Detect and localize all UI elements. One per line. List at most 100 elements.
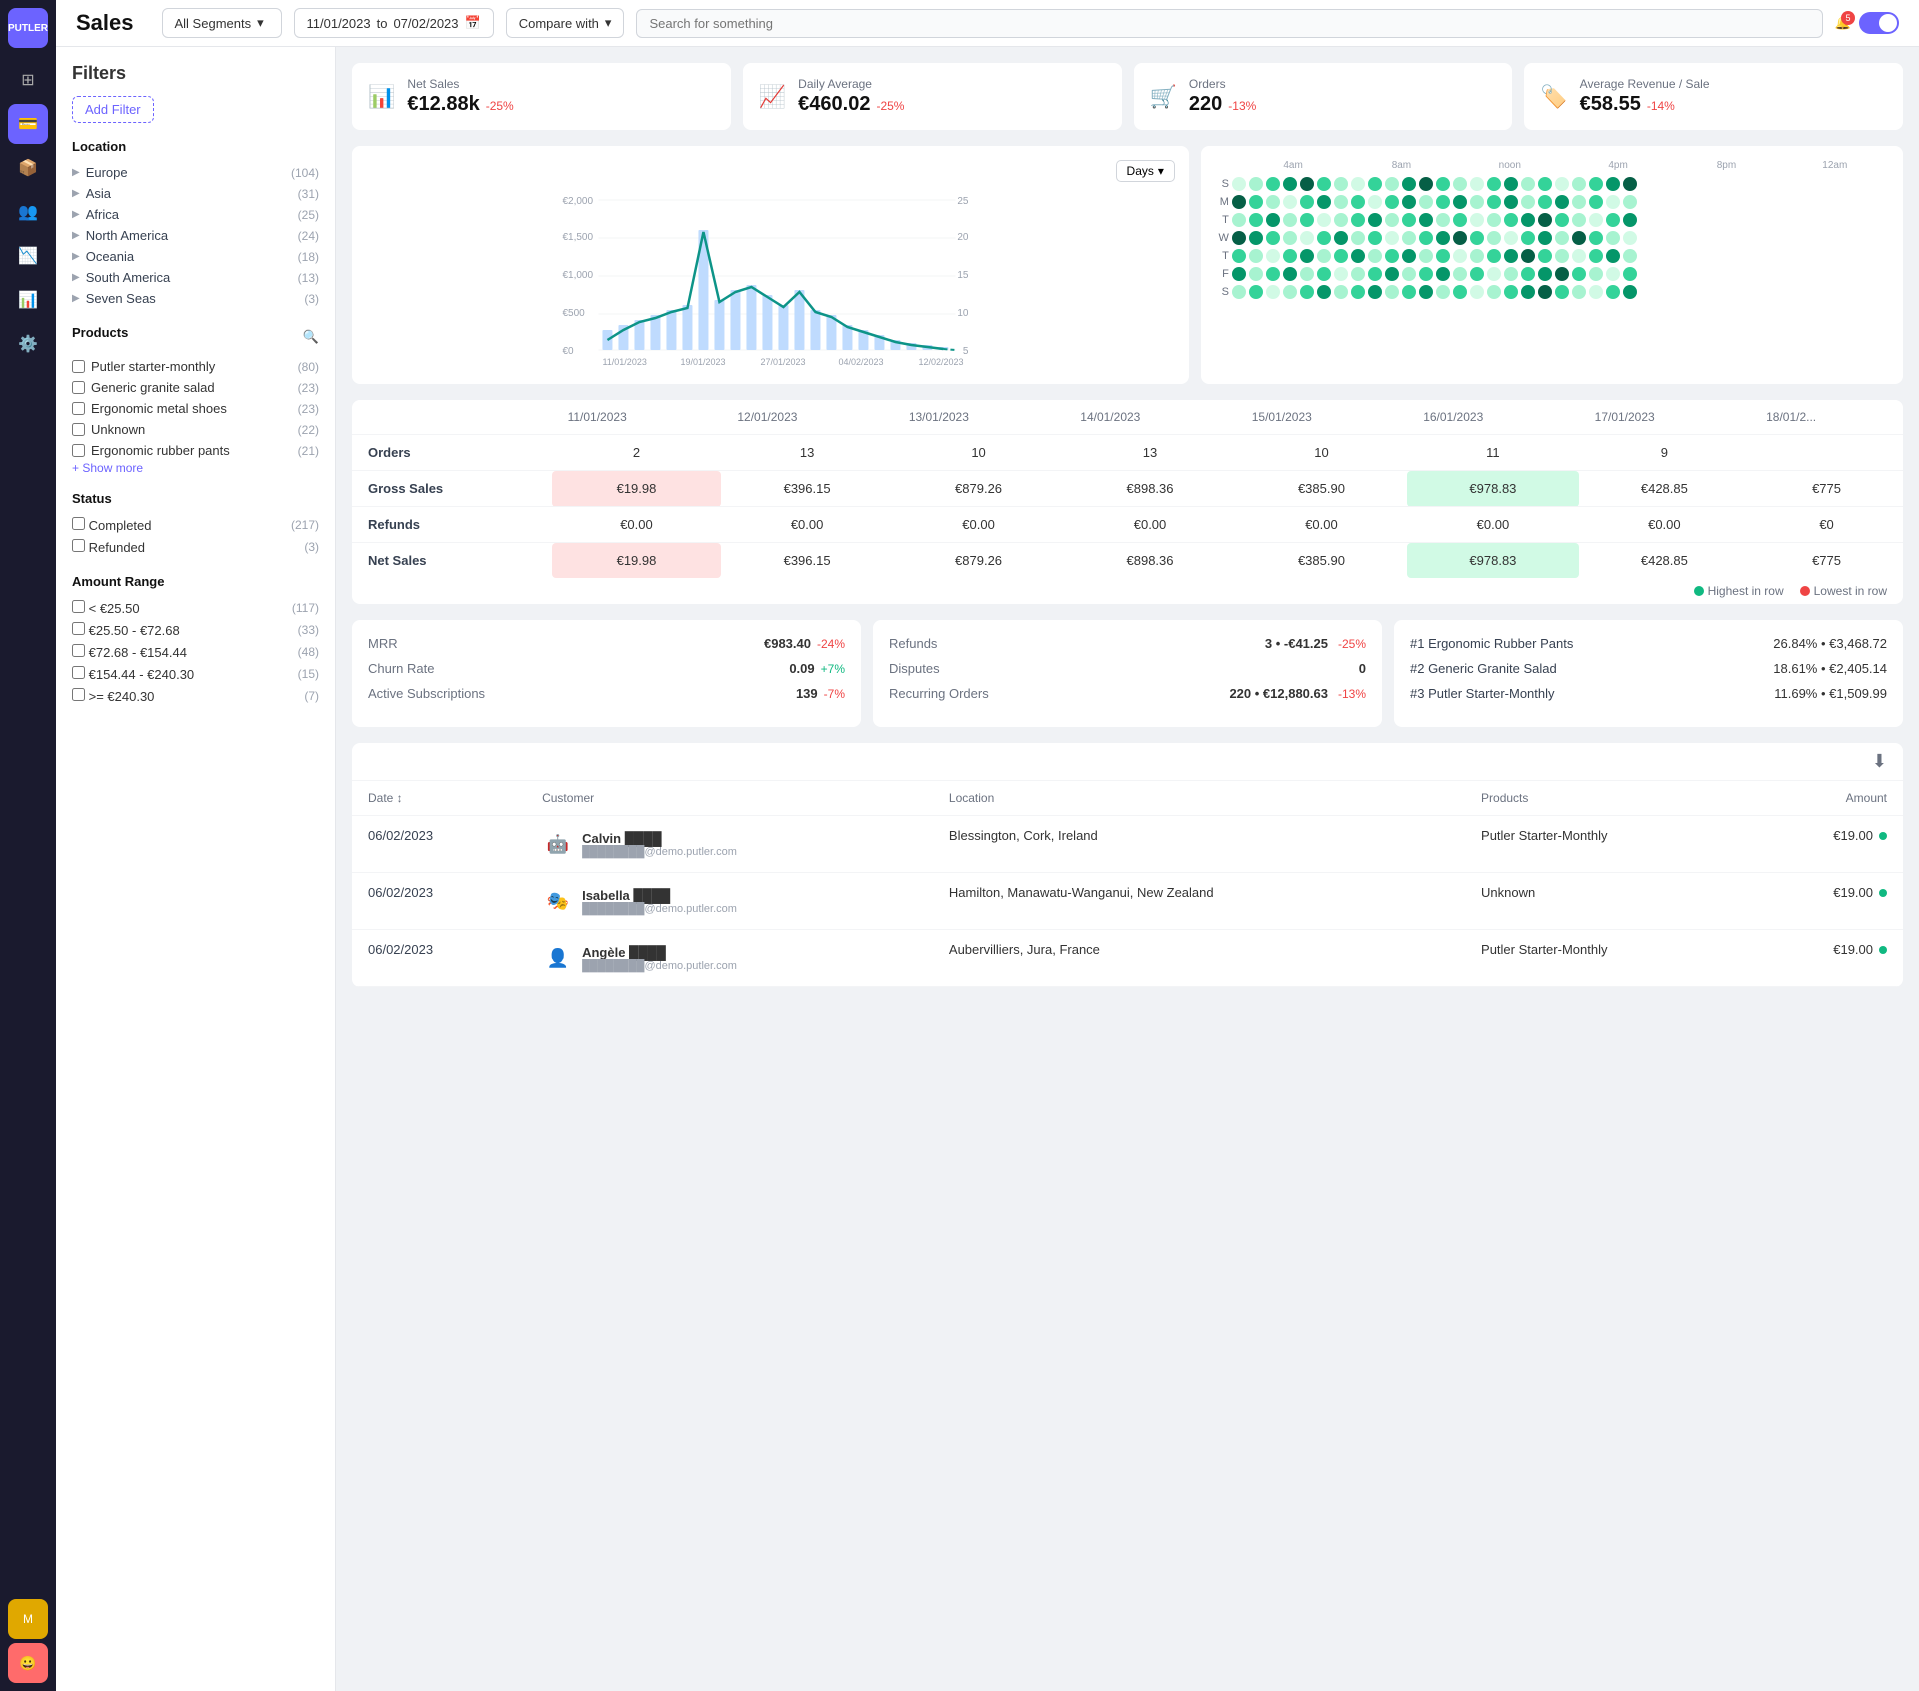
amount-label[interactable]: €154.44 - €240.30 [72, 666, 194, 682]
notification-bell[interactable]: 🔔 5 [1835, 15, 1851, 31]
product-name: Ergonomic rubber pants [91, 443, 230, 458]
table-cell: €775 [1750, 471, 1903, 507]
nav-reports-icon[interactable]: 📉 [8, 236, 48, 276]
nav-user-avatar2[interactable]: 😀 [8, 1643, 48, 1683]
nav-chart-icon[interactable]: 📊 [8, 280, 48, 320]
daily-avg-change: -25% [876, 99, 904, 113]
status-checkbox[interactable] [72, 517, 85, 530]
amount-label[interactable]: €72.68 - €154.44 [72, 644, 187, 660]
heatmap-dot [1232, 249, 1246, 263]
add-filter-button[interactable]: Add Filter [72, 96, 154, 123]
kpi-daily-avg: 📈 Daily Average €460.02 -25% [743, 63, 1122, 130]
heatmap-dot [1385, 249, 1399, 263]
heatmap-dot [1521, 285, 1535, 299]
heatmap-dot [1453, 231, 1467, 245]
active-subs-row: Active Subscriptions 139 -7% [368, 686, 845, 701]
amount-checkbox[interactable] [72, 688, 85, 701]
mrr-label: MRR [368, 636, 398, 651]
product-checkbox[interactable] [72, 444, 85, 457]
heatmap-dot [1521, 249, 1535, 263]
heatmap-dot [1453, 213, 1467, 227]
heatmap-dot [1487, 177, 1501, 191]
svg-text:25: 25 [957, 196, 969, 207]
location-item[interactable]: ▶Europe(104) [72, 162, 319, 183]
heatmap-card: 4am8amnoon4pm8pm12amSMTWTFS [1201, 146, 1903, 384]
date-range-picker[interactable]: 11/01/2023 to 07/02/2023 📅 [294, 8, 494, 38]
download-icon[interactable]: ⬇ [1872, 751, 1887, 772]
days-label: Days [1127, 164, 1154, 178]
heatmap-dot [1572, 213, 1586, 227]
location-item[interactable]: ▶South America(13) [72, 267, 319, 288]
compare-dropdown[interactable]: Compare with ▾ [506, 8, 625, 38]
location-item[interactable]: ▶North America(24) [72, 225, 319, 246]
theme-toggle[interactable] [1859, 12, 1899, 34]
amount-range-name: €72.68 - €154.44 [89, 645, 187, 660]
product-label[interactable]: Putler starter-monthly [72, 359, 215, 374]
th-location: Location [933, 781, 1465, 816]
avg-revenue-label: Average Revenue / Sale [1580, 77, 1710, 91]
show-more-button[interactable]: + Show more [72, 461, 319, 475]
product-checkbox[interactable] [72, 402, 85, 415]
table-cell: €428.85 [1579, 543, 1750, 579]
days-button[interactable]: Days ▾ [1116, 160, 1175, 182]
recurring-row: Recurring Orders 220 • €12,880.63 -13% [889, 686, 1366, 701]
status-label[interactable]: Completed [72, 517, 152, 533]
heatmap-dot [1249, 177, 1263, 191]
trans-product: Putler Starter-Monthly [1465, 930, 1749, 987]
col-header-4: 14/01/2023 [1064, 400, 1235, 435]
product-label[interactable]: Generic granite salad [72, 380, 215, 395]
amount-item: < €25.50(117) [72, 597, 319, 619]
nav-customers-icon[interactable]: 👥 [8, 192, 48, 232]
heatmap-dot [1402, 195, 1416, 209]
amount-checkbox[interactable] [72, 600, 85, 613]
product-label[interactable]: Unknown [72, 422, 145, 437]
trans-body: 06/02/2023 🤖 Calvin ████ ████████@demo.p… [352, 816, 1903, 987]
amount-checkbox[interactable] [72, 666, 85, 679]
table-cell: €0.00 [1236, 507, 1407, 543]
status-label[interactable]: Refunded [72, 539, 145, 555]
product-label[interactable]: Ergonomic rubber pants [72, 443, 230, 458]
amount-checkbox[interactable] [72, 622, 85, 635]
amount-label[interactable]: €25.50 - €72.68 [72, 622, 180, 638]
refunds-label: Refunds [889, 636, 937, 651]
trans-location: Hamilton, Manawatu-Wanganui, New Zealand [933, 873, 1465, 930]
heatmap-dot [1538, 231, 1552, 245]
location-item[interactable]: ▶Africa(25) [72, 204, 319, 225]
nav-products-icon[interactable]: 📦 [8, 148, 48, 188]
product-checkbox[interactable] [72, 381, 85, 394]
status-checkbox[interactable] [72, 539, 85, 552]
nav-settings-icon[interactable]: ⚙️ [8, 324, 48, 364]
location-item[interactable]: ▶Oceania(18) [72, 246, 319, 267]
chevron-right-icon: ▶ [72, 230, 80, 241]
location-name: Europe [86, 165, 128, 180]
svg-text:5: 5 [963, 346, 969, 357]
amount-label[interactable]: < €25.50 [72, 600, 140, 616]
product-checkbox[interactable] [72, 423, 85, 436]
location-item[interactable]: ▶Seven Seas(3) [72, 288, 319, 309]
heatmap-dot [1266, 267, 1280, 281]
heatmap-dot [1300, 177, 1314, 191]
amount-label[interactable]: >= €240.30 [72, 688, 154, 704]
product-checkbox[interactable] [72, 360, 85, 373]
amount-checkbox[interactable] [72, 644, 85, 657]
net-sales-change: -25% [486, 99, 514, 113]
location-item[interactable]: ▶Asia(31) [72, 183, 319, 204]
chevron-down-icon-compare: ▾ [605, 15, 612, 31]
amount-count: (15) [298, 667, 319, 681]
heatmap-dot [1470, 249, 1484, 263]
heatmap-dot [1249, 267, 1263, 281]
heatmap-dot [1351, 267, 1365, 281]
heatmap-dot [1232, 195, 1246, 209]
heatmap-dot [1453, 267, 1467, 281]
nav-sales-icon[interactable]: 💳 [8, 104, 48, 144]
heatmap-dot [1402, 177, 1416, 191]
nav-user-avatar[interactable]: M [8, 1599, 48, 1639]
product-label[interactable]: Ergonomic metal shoes [72, 401, 227, 416]
segment-dropdown[interactable]: All Segments ▾ [162, 8, 282, 38]
heatmap-dot [1266, 231, 1280, 245]
nav-dashboard-icon[interactable]: ⊞ [8, 60, 48, 100]
products-search-icon[interactable]: 🔍 [303, 329, 319, 345]
search-input[interactable] [636, 9, 1822, 38]
heatmap-dot [1402, 249, 1416, 263]
amount-range-section: Amount Range < €25.50(117) €25.50 - €72.… [72, 574, 319, 707]
